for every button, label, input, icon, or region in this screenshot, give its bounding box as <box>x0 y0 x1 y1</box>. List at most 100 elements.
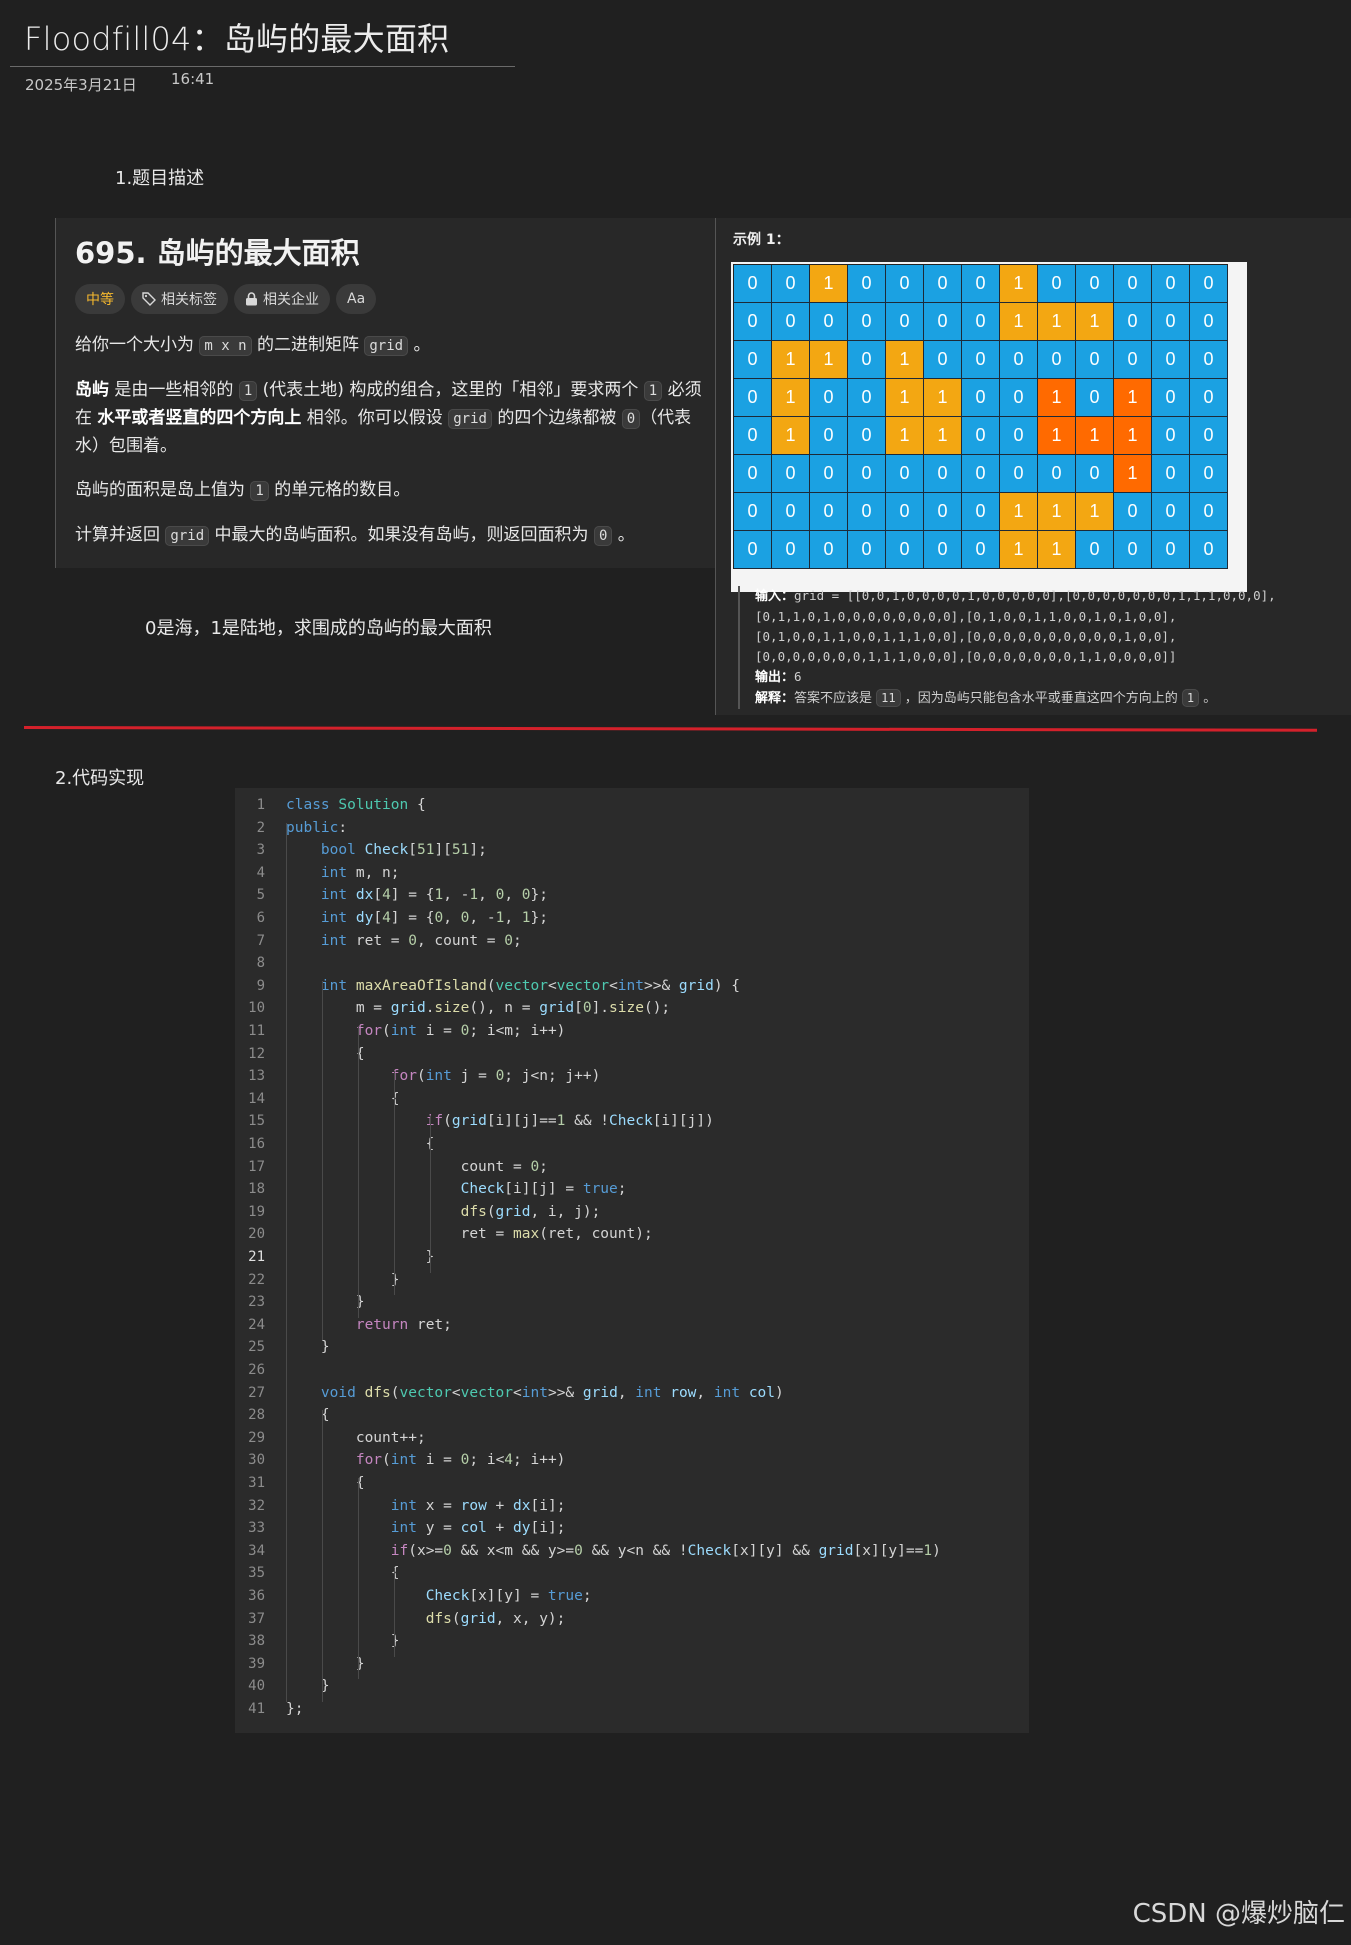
line-number: 12 <box>248 1045 265 1062</box>
grid-cell: 0 <box>810 303 848 341</box>
grid-cell: 0 <box>848 417 886 455</box>
grid-cell: 0 <box>1190 379 1228 417</box>
line-number: 29 <box>248 1429 265 1446</box>
indent-guide <box>322 1410 323 1702</box>
example-grid-image: 0010000100000000000011100001101000000000… <box>731 262 1247 592</box>
grid-cell: 0 <box>810 455 848 493</box>
grid-cell: 0 <box>962 341 1000 379</box>
p2-code-grid: grid <box>448 409 492 429</box>
grid-cell: 1 <box>1114 379 1152 417</box>
example-panel: 示例 1： 0010000100000000000011100001101000… <box>715 218 1351 715</box>
code-line: public: <box>286 819 348 836</box>
line-number: 14 <box>248 1090 265 1107</box>
p4-text-b: 中最大的岛屿面积。如果没有岛屿，则返回面积为 <box>209 525 594 545</box>
line-number: 13 <box>248 1068 265 1085</box>
indent-guide <box>358 1026 359 1318</box>
grid-cell: 1 <box>1038 417 1076 455</box>
difficulty-badge[interactable]: 中等 <box>75 284 125 314</box>
explain-text-b: ，因为岛屿只能包含水平或垂直这四个方向上的 <box>900 691 1182 706</box>
related-tags-button[interactable]: 相关标签 <box>131 284 228 314</box>
problem-paragraph-4: 计算并返回 grid 中最大的岛屿面积。如果没有岛屿，则返回面积为 0 。 <box>75 522 704 550</box>
grid-cell: 0 <box>1000 455 1038 493</box>
grid-cell: 0 <box>962 493 1000 531</box>
grid-cell: 0 <box>1152 379 1190 417</box>
p2-code-0: 0 <box>621 409 641 429</box>
grid-cell: 0 <box>886 455 924 493</box>
input-line: [0,1,0,0,1,1,0,0,1,1,1,0,0],[0,0,0,0,0,0… <box>755 629 1177 644</box>
grid-cell: 0 <box>886 531 924 569</box>
p3-text-b: 的单元格的数目。 <box>268 480 411 500</box>
grid-cell: 0 <box>1000 417 1038 455</box>
grid-cell: 1 <box>810 341 848 379</box>
code-line: { <box>286 1407 330 1424</box>
code-line: } <box>286 1339 330 1356</box>
grid-cell: 0 <box>1190 417 1228 455</box>
explain-text-a: 答案不应该是 <box>794 691 877 706</box>
code-line: Check[x][y] = true; <box>425 1588 592 1604</box>
grid-cell: 0 <box>924 531 962 569</box>
code-line: int dy[4] = {0, 0, -1, 1}; <box>320 910 548 926</box>
grid-cell: 0 <box>1190 493 1228 531</box>
grid-cell: 0 <box>772 531 810 569</box>
code-line: for(int i = 0; i<4; i++) <box>355 1452 566 1469</box>
line-number: 32 <box>248 1497 265 1514</box>
code-line: void dfs(vector<vector<int>>& grid, int … <box>320 1384 784 1401</box>
example-output: 输出：6 <box>755 667 1351 688</box>
grid-cell: 0 <box>1114 303 1152 341</box>
line-number: 5 <box>256 887 265 904</box>
grid-cell: 0 <box>924 455 962 493</box>
grid-cell: 0 <box>1190 455 1228 493</box>
code-line: int dx[4] = {1, -1, 0, 0}; <box>320 887 548 904</box>
grid-cell: 0 <box>1076 379 1114 417</box>
note-title: Floodfill04：岛屿的最大面积 <box>24 20 450 58</box>
line-number: 3 <box>256 842 265 859</box>
line-number: 4 <box>256 864 265 881</box>
line-number: 33 <box>248 1520 265 1537</box>
code-line: count = 0; <box>286 1158 548 1175</box>
code-line: for(int i = 0; i<m; i++) <box>355 1023 566 1039</box>
grid-cell: 0 <box>962 531 1000 569</box>
line-number: 23 <box>248 1294 265 1311</box>
grid-cell: 1 <box>810 265 848 303</box>
output-value: 6 <box>794 669 802 684</box>
input-line: [0,0,0,0,0,0,0,1,1,1,0,0,0],[0,0,0,0,0,0… <box>755 649 1177 664</box>
code-line: { <box>286 1565 400 1582</box>
line-number: 24 <box>248 1316 265 1333</box>
explain-label: 解释： <box>755 691 795 706</box>
code-line: { <box>286 1136 435 1152</box>
code-line: class Solution { <box>286 797 426 813</box>
line-number: 28 <box>248 1407 265 1424</box>
code-line: Check[i][j] = true; <box>460 1181 627 1198</box>
line-number: 10 <box>248 1000 265 1017</box>
translate-button[interactable]: Aa <box>336 284 377 314</box>
code-line: dfs(grid, i, j); <box>460 1203 601 1220</box>
code-line: if(x>=0 && x<m && y>=0 && y<n && !Check[… <box>390 1542 941 1559</box>
p3-text-a: 岛屿的面积是岛上值为 <box>75 480 251 500</box>
code-line: int y = col + dy[i]; <box>390 1520 566 1537</box>
grid-cell: 1 <box>1038 303 1076 341</box>
problem-title: 695. 岛屿的最大面积 <box>75 236 360 270</box>
grid-cell: 0 <box>1038 265 1076 303</box>
grid-cell: 1 <box>1038 493 1076 531</box>
code-line: { <box>286 1045 365 1062</box>
code-block[interactable]: 1 class Solution {2 public: 3 bool Check[51… <box>235 788 1029 1733</box>
grid-cell: 0 <box>1076 341 1114 379</box>
p2-text-e: 的四个边缘都被 <box>491 408 622 428</box>
grid-cell: 0 <box>734 531 772 569</box>
grid-cell: 0 <box>848 455 886 493</box>
lock-icon <box>246 292 257 306</box>
p2-text-b: (代表土地) 构成的组合，这里的「相邻」要求两个 <box>257 380 644 400</box>
grid-cell: 0 <box>1000 341 1038 379</box>
related-companies-button[interactable]: 相关企业 <box>234 284 330 314</box>
grid-cell: 0 <box>1152 341 1190 379</box>
line-number: 7 <box>256 932 265 949</box>
line-number: 22 <box>248 1271 265 1288</box>
related-companies-label: 相关企业 <box>263 292 319 308</box>
example-io-block: 输入：grid = [[0,0,1,0,0,0,0,1,0,0,0,0,0],[… <box>738 586 1351 709</box>
code-line: } <box>286 1271 400 1288</box>
grid-cell: 0 <box>848 303 886 341</box>
code-line: { <box>286 1475 365 1491</box>
grid-cell: 0 <box>1152 531 1190 569</box>
grid-cell: 1 <box>1000 531 1038 569</box>
grid-cell: 0 <box>1190 265 1228 303</box>
